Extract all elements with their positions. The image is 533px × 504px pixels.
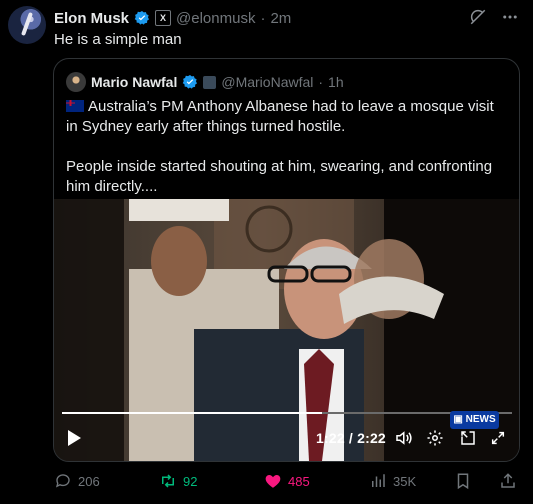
verified-badge-icon	[134, 10, 150, 26]
pip-button[interactable]	[459, 427, 477, 449]
author-handle[interactable]: @elonmusk	[176, 10, 255, 27]
play-button[interactable]	[66, 427, 82, 449]
quoted-text-paragraph-1: Australia’s PM Anthony Albanese had to l…	[66, 98, 494, 135]
quoted-author-name: Mario Nawfal	[91, 74, 178, 90]
bookmark-button[interactable]	[454, 470, 472, 492]
share-button[interactable]	[499, 470, 517, 492]
quoted-verified-badge-icon	[182, 74, 198, 90]
grok-icon[interactable]	[469, 8, 487, 26]
views-button[interactable]: 35K	[369, 470, 416, 492]
like-button[interactable]: 485	[264, 470, 310, 492]
author-name[interactable]: Elon Musk	[54, 10, 129, 27]
repost-button[interactable]: 92	[159, 470, 197, 492]
video-progress-bar[interactable]	[62, 412, 512, 414]
volume-icon	[396, 431, 412, 445]
repost-count: 92	[183, 473, 198, 489]
quoted-time-separator: ·	[318, 74, 324, 90]
quoted-text-paragraph-2: People inside started shouting at him, s…	[66, 158, 493, 195]
video-player[interactable]: ▣ NEWS 1:22 / 2:22	[54, 199, 519, 461]
fullscreen-button[interactable]	[490, 427, 506, 449]
play-icon	[68, 430, 81, 446]
quoted-tweet-header: Mario Nawfal @MarioNawfal · 1h	[66, 72, 344, 92]
australia-flag-icon	[66, 100, 84, 112]
tweet-top-actions	[469, 8, 519, 26]
reply-button[interactable]: 206	[54, 470, 100, 492]
tweet-text: He is a simple man	[54, 31, 182, 48]
video-progress-fill	[62, 412, 322, 414]
reply-icon	[55, 474, 70, 488]
like-count: 485	[288, 473, 310, 489]
bookmark-icon	[457, 473, 469, 490]
quoted-author-handle: @MarioNawfal	[221, 74, 314, 90]
x-affiliation-icon: X	[155, 10, 172, 26]
picture-in-picture-icon	[461, 431, 475, 445]
news-watermark-label: NEWS	[465, 414, 496, 425]
views-icon	[372, 474, 385, 487]
tweet-header: Elon Musk X @elonmusk · 2m	[54, 8, 291, 28]
repost-icon	[162, 474, 174, 488]
views-count: 35K	[393, 473, 417, 489]
gear-icon	[427, 430, 443, 446]
quoted-time: 1h	[328, 74, 344, 90]
tweet-actions: 206 92 485 35K	[54, 470, 524, 492]
abc-logo-icon: ▣	[453, 414, 463, 425]
heart-icon	[265, 475, 281, 488]
time-separator: ·	[260, 9, 266, 27]
share-icon	[501, 473, 515, 488]
author-avatar[interactable]	[8, 6, 46, 44]
video-time: 1:22 / 2:22	[316, 430, 386, 446]
more-options-icon[interactable]	[501, 8, 519, 26]
fullscreen-icon	[491, 431, 505, 445]
volume-button[interactable]	[394, 427, 412, 449]
settings-button[interactable]	[426, 427, 444, 449]
tweet-time[interactable]: 2m	[270, 10, 291, 27]
reply-count: 206	[78, 473, 100, 489]
quoted-author-avatar	[66, 72, 86, 92]
quoted-tweet[interactable]: Mario Nawfal @MarioNawfal · 1h Australia…	[53, 58, 520, 462]
quoted-tweet-text: Australia’s PM Anthony Albanese had to l…	[66, 97, 506, 197]
affiliate-badge-icon	[203, 75, 217, 89]
